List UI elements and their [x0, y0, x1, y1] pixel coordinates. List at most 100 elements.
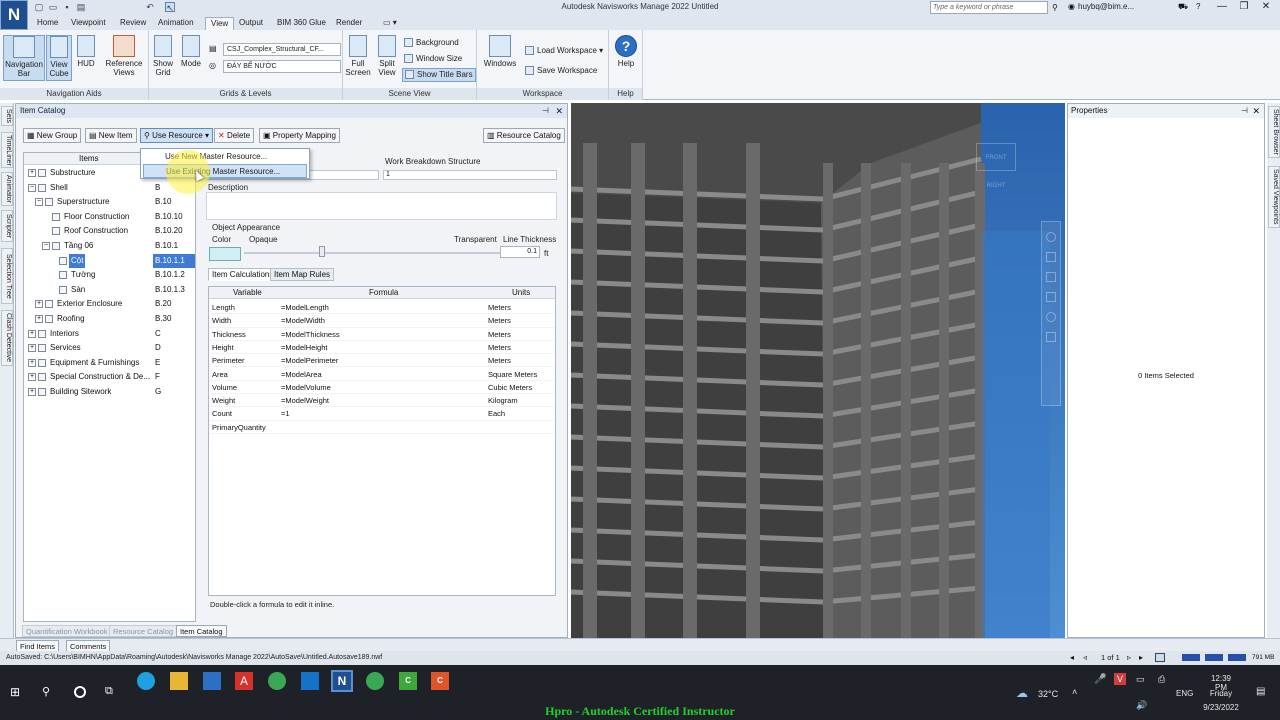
undo-icon[interactable]: ↶ [145, 2, 155, 12]
user-account[interactable]: huybq@bim.e... [1078, 2, 1134, 11]
expand-icon[interactable]: + [35, 315, 43, 323]
language-indicator[interactable]: ENG [1176, 689, 1193, 698]
next-page-icon[interactable]: ▹ [1127, 653, 1131, 662]
orbit-icon[interactable] [1046, 292, 1056, 302]
new-item-button[interactable]: ▤ New Item [85, 128, 137, 143]
collapse-icon[interactable]: − [42, 242, 50, 250]
help-icon[interactable]: ? [1196, 2, 1200, 11]
show-title-bars-button[interactable]: Show Title Bars [402, 68, 476, 82]
hud-button[interactable]: HUD [74, 35, 98, 81]
tree-item[interactable]: + Special Construction & De... F [24, 370, 195, 385]
pan-icon[interactable] [1046, 252, 1056, 262]
formula-cell[interactable]: =ModelLength [281, 301, 329, 314]
new-file-icon[interactable]: ▢ [34, 2, 44, 12]
viewcube-icon[interactable]: FRONT RIGHT [976, 143, 1016, 189]
tab-quantification-workbook[interactable]: Quantification Workbook [22, 625, 112, 637]
tab-viewpoint[interactable]: Viewpoint [66, 17, 111, 30]
formula-cell[interactable]: =ModelWeight [281, 394, 329, 407]
chrome-icon[interactable] [268, 672, 286, 690]
dock-tab-timeliner[interactable]: TimeLiner [1, 132, 13, 168]
expand-icon[interactable]: + [28, 388, 36, 396]
table-row[interactable]: Count =1 Each [209, 407, 555, 421]
expand-icon[interactable]: + [28, 329, 36, 338]
formula-cell[interactable]: =ModelWidth [281, 314, 325, 327]
resource-catalog-button[interactable]: ▥ Resource Catalog [483, 128, 565, 143]
navigation-bar[interactable] [1041, 221, 1061, 406]
collapse-icon[interactable]: − [35, 198, 43, 207]
file-explorer-icon[interactable] [170, 672, 188, 690]
expand-icon[interactable]: + [28, 344, 36, 353]
tab-render[interactable]: Render [331, 17, 367, 30]
camtasia-icon[interactable]: C [399, 672, 417, 690]
window-size-button[interactable]: Window Size [404, 52, 462, 66]
delete-button[interactable]: ✕ Delete [214, 128, 255, 143]
tab-review[interactable]: Review [115, 17, 151, 30]
tree-item[interactable]: + Building Sitework G [24, 385, 195, 400]
reference-views-button[interactable]: Reference Views [103, 35, 145, 81]
tree-item[interactable]: + Exterior Enclosure B.20 [24, 297, 195, 312]
help-button[interactable]: ? Help [613, 35, 639, 81]
maximize-button[interactable]: ❐ [1234, 1, 1254, 14]
close-button[interactable]: ✕ [1256, 1, 1276, 14]
table-row[interactable]: PrimaryQuantity [209, 421, 555, 434]
dock-tab-sets[interactable]: Sets [1, 106, 13, 126]
navisworks-taskbar-icon[interactable]: N [331, 670, 353, 692]
windows-button[interactable]: Windows [481, 35, 519, 81]
acrobat-icon[interactable]: A [235, 672, 253, 690]
grid-mode-button[interactable]: Mode [178, 35, 204, 81]
tree-item[interactable]: + Services D [24, 341, 195, 356]
tree-item[interactable]: + Equipment & Furnishings E [24, 356, 195, 371]
tree-item[interactable]: Tường B.10.1.2 [24, 268, 195, 283]
last-page-icon[interactable]: ▸ [1139, 653, 1143, 662]
dock-tab-selection-tree[interactable]: Selection Tree [1, 248, 13, 304]
formula-cell[interactable]: =ModelArea [281, 368, 322, 381]
microphone-icon[interactable]: 🎤 [1094, 674, 1106, 685]
save-workspace-button[interactable]: Save Workspace [525, 64, 597, 78]
new-group-button[interactable]: ▦ New Group [23, 128, 82, 143]
tree-item[interactable]: + Roofing B.30 [24, 312, 195, 327]
close-panel-icon[interactable]: ✕ [555, 104, 563, 118]
pin-icon[interactable]: ⊣ [1241, 104, 1248, 118]
table-row[interactable]: Volume =ModelVolume Cubic Meters [209, 381, 555, 395]
chrome-profile-icon[interactable] [366, 672, 384, 690]
dock-tab-scripter[interactable]: Scripter [1, 210, 13, 242]
prev-page-icon[interactable]: ◃ [1083, 653, 1087, 662]
table-row[interactable]: Width =ModelWidth Meters [209, 314, 555, 328]
transparency-slider[interactable] [244, 252, 534, 254]
print-icon[interactable]: ▤ [76, 2, 86, 12]
color-picker[interactable] [209, 247, 241, 261]
app-menu-button[interactable]: N [0, 0, 28, 30]
expand-icon[interactable]: + [35, 300, 43, 309]
tab-home[interactable]: Home [32, 17, 63, 30]
tab-item-calculations[interactable]: Item Calculations [208, 268, 278, 281]
table-row[interactable]: Length =ModelLength Meters [209, 301, 555, 315]
search-icon[interactable]: ⚲ [42, 685, 50, 698]
tab-item-catalog[interactable]: Item Catalog [176, 625, 227, 637]
show-grid-button[interactable]: Show Grid [151, 35, 175, 81]
minimize-button[interactable]: — [1212, 1, 1232, 14]
steering-wheel-icon[interactable] [1046, 232, 1056, 242]
navigation-bar-button[interactable]: Navigation Bar [3, 35, 45, 81]
mail-icon[interactable] [301, 672, 319, 690]
table-row[interactable]: Weight =ModelWeight Kilogram [209, 394, 555, 408]
table-row[interactable]: Perimeter =ModelPerimeter Meters [209, 354, 555, 368]
formula-cell[interactable]: =1 [281, 407, 290, 420]
dock-tab-animator[interactable]: Animator [1, 172, 13, 206]
tab-output[interactable]: Output [234, 17, 268, 30]
calculator-icon[interactable] [203, 672, 221, 690]
walk-icon[interactable] [1046, 332, 1056, 342]
background-button[interactable]: Background [404, 36, 459, 50]
level-combo[interactable]: ĐÁY BỂ NƯỚC [223, 60, 341, 73]
expand-icon[interactable]: + [28, 358, 36, 367]
pin-icon[interactable]: ⊣ [542, 104, 549, 118]
formula-cell[interactable]: =ModelHeight [281, 341, 328, 354]
model-combo[interactable]: CSJ_Complex_Structural_CF... [223, 43, 341, 56]
save-icon[interactable]: ▪ [62, 2, 72, 12]
view-cube-button[interactable]: View Cube [46, 35, 72, 81]
tree-item[interactable]: Roof Construction B.10.20 [24, 224, 195, 239]
property-mapping-button[interactable]: ▣ Property Mapping [259, 128, 340, 143]
table-row[interactable]: Area =ModelArea Square Meters [209, 368, 555, 381]
tree-item[interactable]: Sàn B.10.1.3 [24, 283, 195, 298]
use-resource-button[interactable]: ⚲ Use Resource ▾ [140, 128, 214, 143]
item-tree[interactable]: Items +SubstructureA−ShellB−Superstructu… [23, 152, 196, 622]
